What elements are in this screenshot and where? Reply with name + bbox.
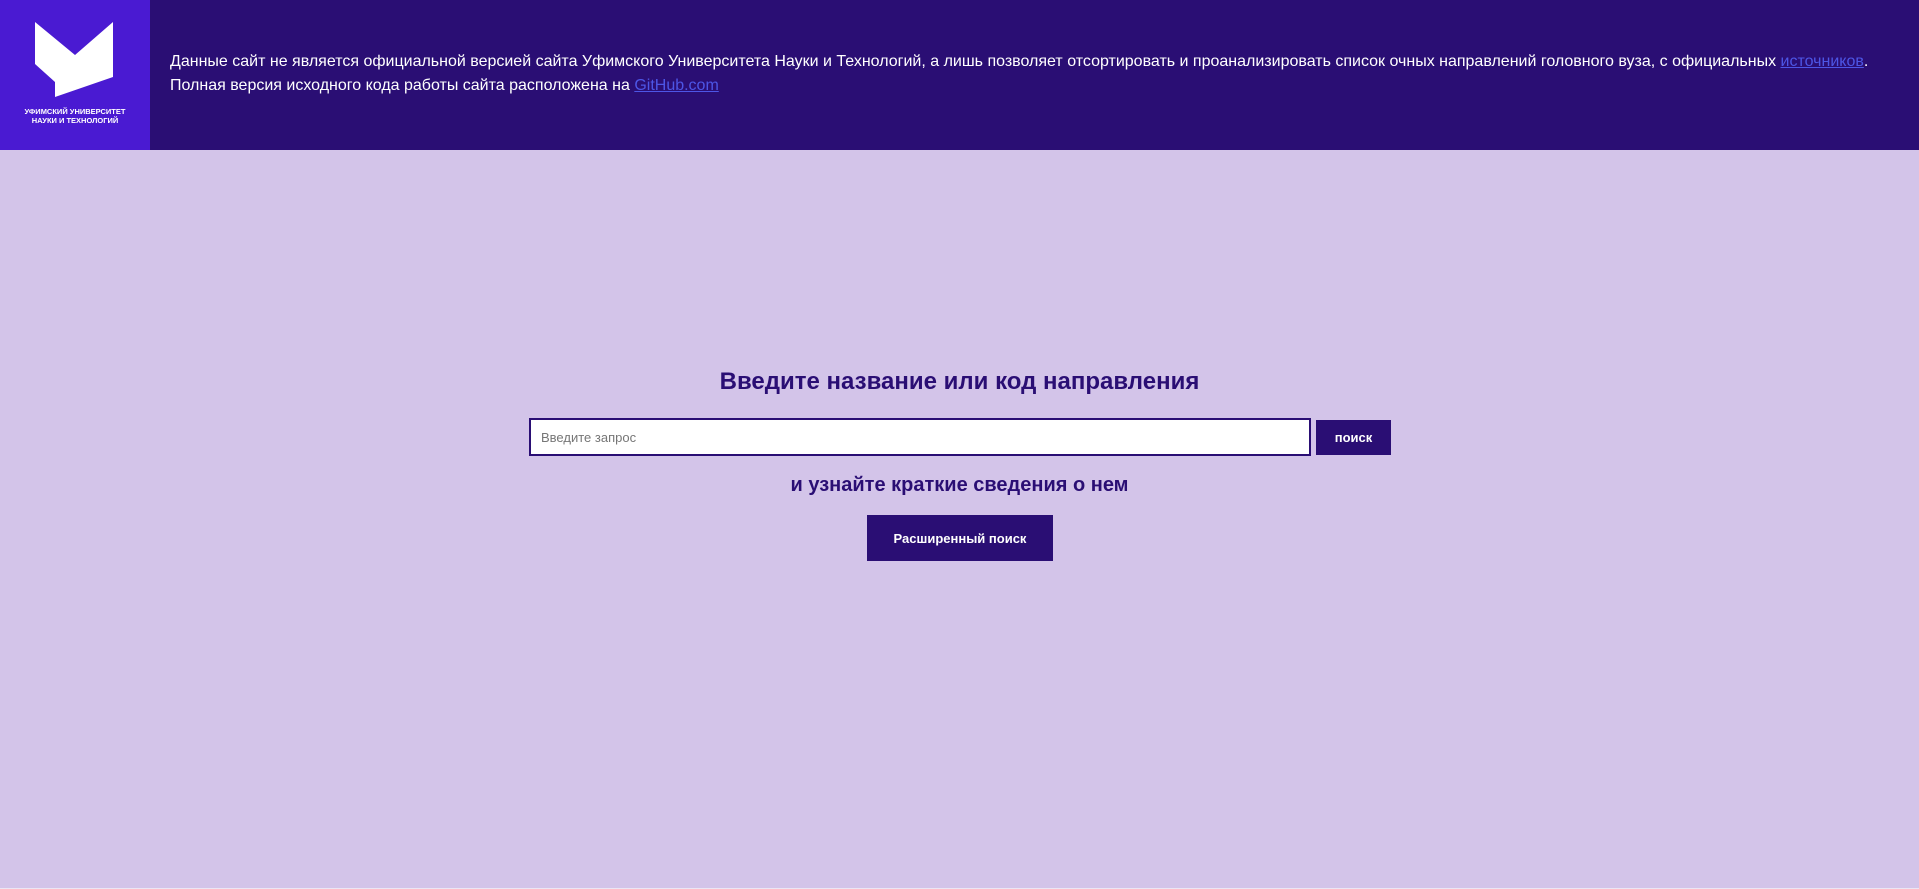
sources-link[interactable]: источников (1781, 53, 1864, 70)
search-subtitle: и узнайте краткие сведения о нем (790, 474, 1129, 496)
notice-line1-end: . (1863, 53, 1869, 70)
logo-text: УФИМСКИЙ УНИВЕРСИТЕТ НАУКИ И ТЕХНОЛОГИЙ (0, 107, 150, 125)
header: УФИМСКИЙ УНИВЕРСИТЕТ НАУКИ И ТЕХНОЛОГИЙ … (0, 0, 1919, 150)
notice-line2-text: Полная версия исходного кода работы сайт… (170, 77, 635, 94)
university-logo-icon (35, 22, 113, 97)
github-link[interactable]: GitHub.com (634, 77, 718, 94)
notice-line1: Данные сайт не является официальной верс… (170, 50, 1900, 74)
logo-text-line2: НАУКИ И ТЕХНОЛОГИЙ (31, 115, 119, 125)
advanced-search-button[interactable]: Расширенный поиск (867, 515, 1053, 561)
search-button[interactable]: поиск (1316, 420, 1391, 455)
notice-line2: Полная версия исходного кода работы сайт… (170, 74, 1900, 98)
notice-line1-text: Данные сайт не является официальной верс… (170, 53, 1781, 70)
search-title: Введите название или код направления (719, 368, 1200, 395)
disclaimer-notice: Данные сайт не является официальной верс… (170, 50, 1900, 98)
university-logo[interactable]: УФИМСКИЙ УНИВЕРСИТЕТ НАУКИ И ТЕХНОЛОГИЙ (0, 0, 150, 150)
search-input[interactable] (529, 418, 1311, 456)
